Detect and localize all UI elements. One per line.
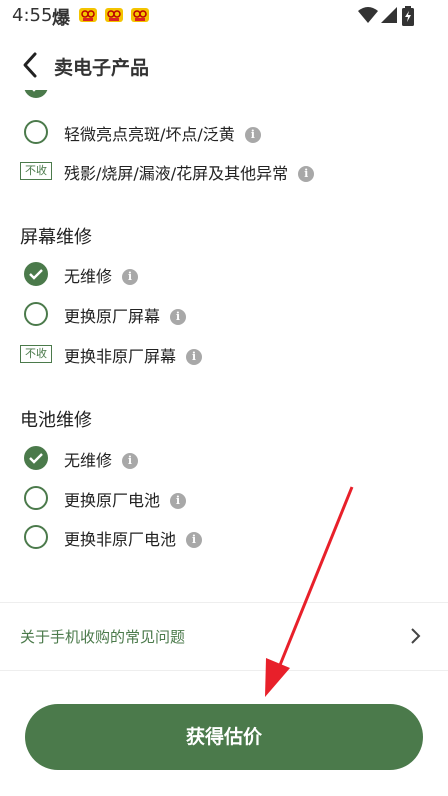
annotation-arrow-icon (265, 486, 354, 697)
